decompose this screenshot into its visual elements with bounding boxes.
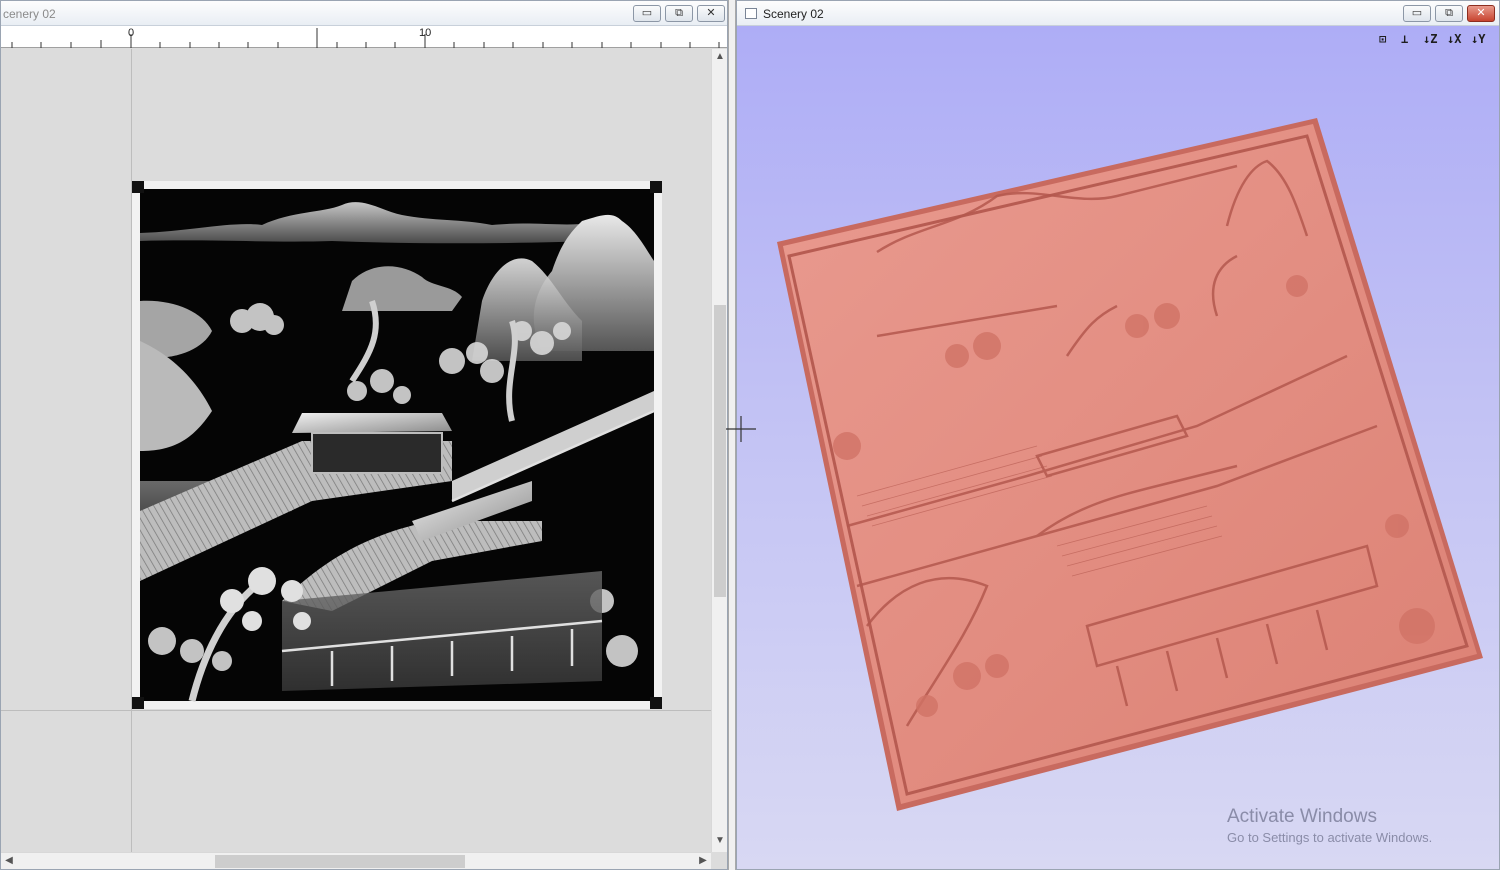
minimize-button[interactable]: ▭ [633, 5, 661, 22]
vertical-scroll-thumb[interactable] [714, 305, 726, 597]
3d-view-window: Scenery 02 ▭ ⧉ ✕ ⊡ ⊥ ↓Z ↓X ↓Y Activate W… [736, 0, 1500, 870]
restore-button[interactable]: ⧉ [1435, 5, 1463, 22]
window-app-icon [745, 8, 757, 19]
close-button[interactable]: ✕ [697, 5, 725, 22]
3d-viewport[interactable]: ⊡ ⊥ ↓Z ↓X ↓Y Activate Windows Go to Sett… [737, 26, 1499, 869]
scroll-down-arrow[interactable]: ▼ [712, 835, 727, 846]
scroll-right-arrow[interactable]: ▶ [695, 855, 711, 866]
3d-window-titlebar[interactable]: Scenery 02 ▭ ⧉ ✕ [737, 1, 1499, 26]
window-title: Scenery 02 [763, 7, 824, 21]
watermark-title: Activate Windows [1227, 806, 1377, 827]
activate-windows-watermark: Activate Windows Go to Settings to activ… [1227, 806, 1432, 845]
horizontal-guide [1, 710, 711, 711]
ruler-label-ten: 10 [419, 27, 432, 39]
2d-canvas[interactable] [1, 49, 711, 852]
restore-button[interactable]: ⧉ [665, 5, 693, 22]
2d-view-window: cenery 02 ▭ ⧉ ✕ 0 10 ▲ ▼ ◀ ▶ [0, 0, 728, 870]
2d-window-titlebar[interactable]: cenery 02 ▭ ⧉ ✕ [1, 1, 727, 26]
minimize-button[interactable]: ▭ [1403, 5, 1431, 22]
horizontal-scrollbar[interactable]: ◀ ▶ [1, 852, 711, 869]
watermark-subtitle: Go to Settings to activate Windows. [1227, 830, 1433, 845]
horizontal-ruler: 0 10 [1, 26, 727, 48]
move-cursor-icon [726, 416, 756, 442]
grayscale-relief-image[interactable] [132, 181, 662, 709]
ruler-ticks [11, 28, 720, 48]
3d-relief-model[interactable] [737, 26, 1499, 869]
ruler-label-zero: 0 [128, 27, 135, 39]
close-button[interactable]: ✕ [1467, 5, 1495, 22]
vertical-scrollbar[interactable]: ▲ ▼ [711, 49, 727, 852]
window-title: cenery 02 [3, 7, 56, 21]
horizontal-scroll-thumb[interactable] [215, 855, 465, 868]
scroll-left-arrow[interactable]: ◀ [1, 855, 17, 866]
scroll-up-arrow[interactable]: ▲ [712, 51, 727, 62]
